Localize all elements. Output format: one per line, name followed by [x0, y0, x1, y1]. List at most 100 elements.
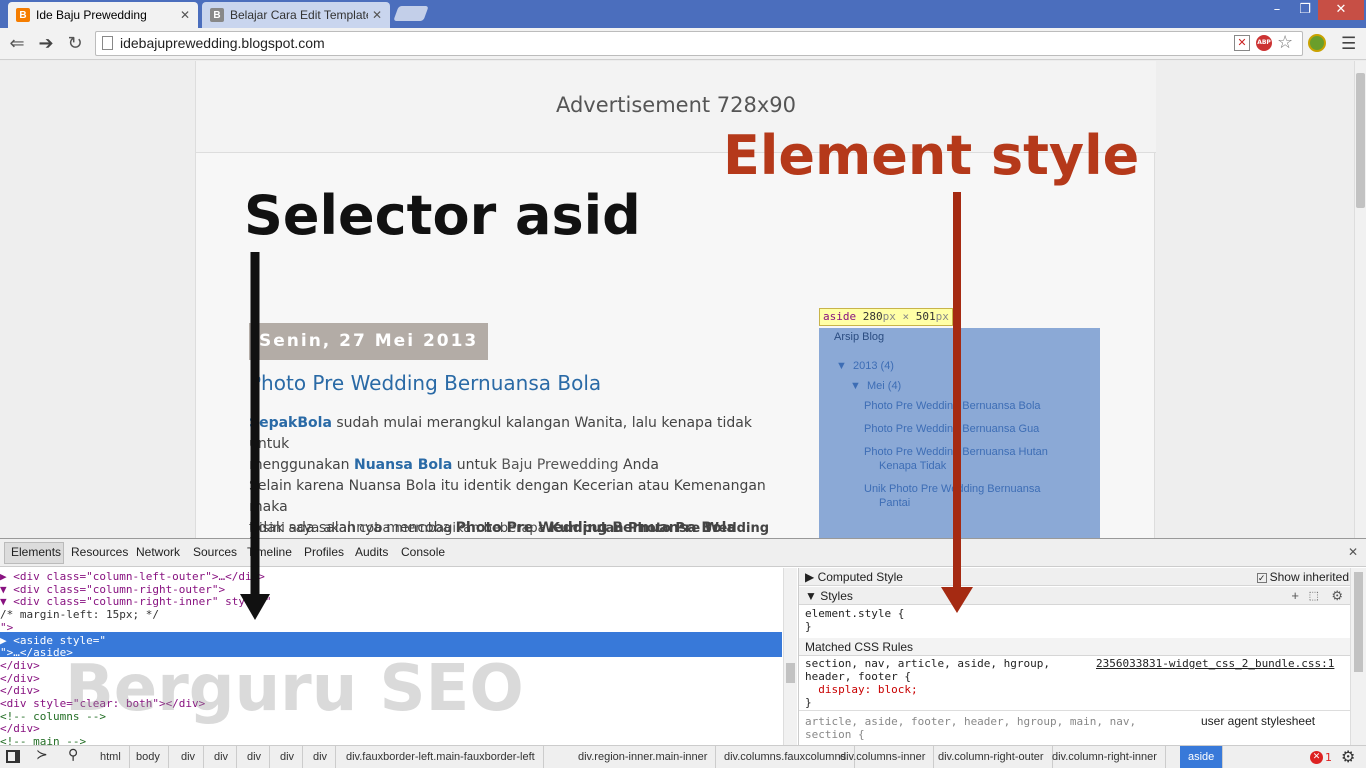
tab-title: Ide Baju Prewedding [36, 8, 147, 22]
back-icon[interactable]: ⇐ [5, 32, 29, 56]
close-tab-icon[interactable]: ✕ [180, 8, 190, 22]
breadcrumb-item[interactable]: div.column-right-inner [1044, 746, 1166, 768]
settings-icon[interactable]: ⚙ [1331, 587, 1343, 605]
ad-text: Advertisement 728x90 [555, 93, 797, 117]
forward-icon[interactable]: ➔ [34, 32, 58, 56]
dom-node-line[interactable]: "> [0, 621, 782, 635]
breadcrumb-item[interactable]: div.region-inner.main-inner [570, 746, 717, 768]
error-count[interactable]: 1 [1325, 746, 1332, 768]
tab-console[interactable]: Console [401, 545, 445, 559]
rule-selector[interactable]: section, nav, article, aside, hgroup, [805, 657, 1050, 670]
body-text: untuk [452, 457, 502, 473]
archive-link[interactable]: Unik Photo Pre Wedding Bernuansa [864, 482, 1041, 496]
restore-button[interactable]: ❐ [1292, 0, 1318, 20]
archive-link[interactable]: Photo Pre Wedding Bernuansa Bola [864, 399, 1041, 413]
rule-property[interactable]: display: block; [805, 683, 917, 696]
minimize-button[interactable]: – [1262, 0, 1292, 20]
archive-link[interactable]: Photo Pre Wedding Bernuansa Hutan [864, 445, 1048, 459]
breadcrumb-item[interactable]: div.columns-inner [832, 746, 935, 768]
breadcrumb-item[interactable]: div.column-right-outer [930, 746, 1053, 768]
rule-selector[interactable]: header, footer { [805, 670, 911, 683]
adblock-icon[interactable]: ABP [1256, 35, 1272, 51]
breadcrumb-item[interactable]: div.fauxborder-left.main-fauxborder-left [338, 746, 544, 768]
rule-close: } [805, 620, 812, 633]
body-text: menggunakan [249, 457, 354, 473]
archive-link[interactable]: Photo Pre Wedding Bernuansa Gua [864, 422, 1039, 436]
dom-node-line[interactable]: ▶ <aside style=" [0, 634, 782, 648]
archive-month[interactable]: ▼ Mei (4) [850, 379, 901, 393]
tooltip-unit: px [935, 310, 949, 323]
dock-icon[interactable] [6, 750, 20, 763]
dom-node-line[interactable]: /* margin-left: 15px; */ [0, 608, 782, 622]
new-tab-button[interactable] [393, 6, 429, 21]
page-icon [102, 36, 113, 50]
dom-node-line[interactable]: <!-- main --> [0, 735, 782, 745]
rule-source: user agent stylesheet [1201, 714, 1316, 728]
breadcrumb-item[interactable]: div [173, 746, 205, 768]
add-rule-icon[interactable]: + [1291, 587, 1299, 605]
error-icon[interactable]: ✕ [1310, 751, 1323, 764]
archive-link[interactable]: Pantai [879, 496, 910, 510]
tab-timeline[interactable]: Timeline [247, 545, 292, 559]
reload-icon[interactable]: ↻ [63, 32, 87, 56]
styles-scrollbar[interactable] [1350, 568, 1366, 745]
url-text[interactable]: idebajuprewedding.blogspot.com [120, 32, 325, 55]
tab-audits[interactable]: Audits [355, 545, 388, 559]
post-title[interactable]: Photo Pre Wedding Bernuansa Bola [249, 371, 601, 395]
star-icon[interactable]: ☆ [1277, 32, 1293, 53]
link-baju-prewedding[interactable]: Baju Prewedding [501, 457, 618, 473]
tab-belajar[interactable]: B Belajar Cara Edit Template ✕ [202, 2, 390, 28]
tab-sources[interactable]: Sources [193, 545, 237, 559]
body-text: Selain karena Nuansa Bola itu identik de… [249, 478, 766, 515]
tab-network[interactable]: Network [136, 545, 180, 559]
tab-profiles[interactable]: Profiles [304, 545, 344, 559]
tab-resources[interactable]: Resources [71, 545, 128, 559]
show-inherited[interactable]: ✓ Show inherited [1256, 568, 1349, 586]
body-text: Disini saya akan coba membagikan beberap… [249, 521, 550, 536]
post-body: SepakBola sudah mulai merangkul kalangan… [249, 413, 789, 538]
breadcrumb-item[interactable]: body [128, 746, 169, 768]
scrollbar-thumb[interactable] [1354, 572, 1363, 672]
breadcrumb-item[interactable]: html [92, 746, 130, 768]
tooltip-tag: aside [823, 310, 857, 323]
rule-selector: article, aside, footer, header, hgroup, … [805, 715, 1137, 728]
scrollbar-thumb[interactable] [1356, 73, 1365, 208]
archive-link[interactable]: Kenapa Tidak [879, 459, 946, 473]
close-devtools-icon[interactable]: ✕ [1348, 545, 1358, 559]
scrollbar-thumb[interactable] [786, 663, 795, 683]
devtools-settings-icon[interactable]: ⚙ [1341, 747, 1355, 766]
rule-source-link[interactable]: 2356033831-widget_css_2_bundle.css:1 [1096, 657, 1334, 670]
search-icon[interactable]: ⚲ [68, 747, 78, 763]
breadcrumb-item[interactable]: aside [1180, 746, 1224, 768]
breadcrumb-item[interactable]: div [239, 746, 271, 768]
styles-pane: ▶ Computed Style ✓ Show inherited ▼ Style… [798, 568, 1351, 745]
block-icon[interactable]: ✕ [1234, 35, 1250, 51]
styles-header[interactable]: ▼ Styles + ⬚ ⚙ [799, 587, 1351, 605]
tab-elements[interactable]: Elements [11, 545, 61, 559]
selector-annotation: Selector asid [244, 184, 641, 247]
page-scrollbar[interactable] [1354, 61, 1366, 538]
breadcrumb-item[interactable]: div [206, 746, 238, 768]
computed-style-header[interactable]: ▶ Computed Style ✓ Show inherited [799, 568, 1351, 586]
dom-scrollbar[interactable] [783, 568, 797, 745]
close-tab-icon[interactable]: ✕ [372, 8, 382, 22]
archive-year[interactable]: ▼ 2013 (4) [836, 359, 894, 373]
console-drawer-icon[interactable]: ≻ [36, 747, 48, 763]
watermark: Berguru SEO [65, 652, 524, 726]
tab-ide-baju[interactable]: B Ide Baju Prewedding ✕ [8, 2, 198, 28]
element-style-rule[interactable]: element.style { [805, 607, 904, 620]
aside-highlight[interactable]: Arsip Blog ▼ 2013 (4) ▼ Mei (4) Photo Pr… [819, 328, 1100, 538]
toggle-state-icon[interactable]: ⬚ [1309, 587, 1319, 605]
breadcrumb-item[interactable]: div [305, 746, 337, 768]
checkbox-icon[interactable]: ✓ [1256, 573, 1267, 583]
close-window-button[interactable]: ✕ [1318, 0, 1364, 20]
rule-divider [799, 710, 1351, 711]
page-viewport: Advertisement 728x90 Senin, 27 Mei 2013 … [0, 61, 1354, 538]
extension-icon[interactable] [1308, 34, 1326, 52]
breadcrumb: ≻ ⚲ html body div div div div div div.fauxborde… [0, 745, 1366, 768]
link-nuansa-bola[interactable]: Nuansa Bola [354, 457, 452, 473]
menu-icon[interactable]: ☰ [1341, 34, 1356, 54]
address-bar[interactable]: idebajuprewedding.blogspot.com ✕ ABP ☆ [95, 31, 1303, 56]
link-sepakbola[interactable]: SepakBola [249, 415, 332, 431]
breadcrumb-item[interactable]: div [272, 746, 304, 768]
